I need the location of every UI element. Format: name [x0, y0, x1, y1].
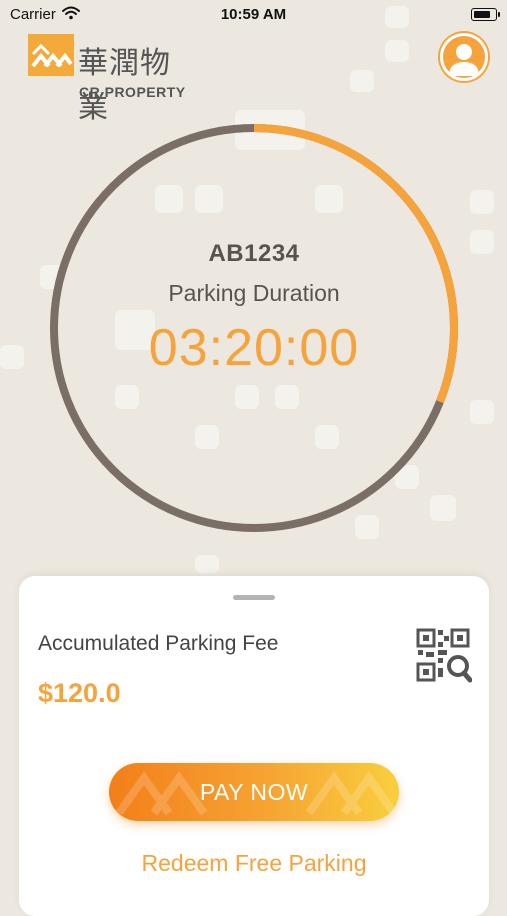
license-plate: AB1234 — [208, 240, 300, 267]
duration-value: 03:20:00 — [148, 319, 360, 377]
duration-label: Parking Duration — [168, 280, 340, 306]
battery-icon — [471, 8, 500, 21]
logo-english-text: CR PROPERTY — [79, 84, 186, 100]
parking-fee-card: Accumulated Parking Fee $120.0 PAY NOW R… — [19, 576, 489, 916]
drag-handle[interactable] — [233, 595, 275, 600]
cr-property-logo: 華潤物業 CR PROPERTY — [28, 34, 198, 125]
user-avatar-button[interactable] — [440, 33, 488, 81]
pay-now-label: PAY NOW — [199, 779, 309, 805]
logo-chinese-text: 華潤物業 — [78, 46, 171, 125]
qr-scan-icon[interactable] — [416, 628, 473, 686]
logo-mark-icon — [28, 34, 74, 76]
pay-now-button[interactable]: PAY NOW — [109, 763, 399, 821]
redeem-free-parking-link[interactable]: Redeem Free Parking — [19, 850, 489, 877]
clock: 10:59 AM — [220, 6, 287, 23]
fee-label: Accumulated Parking Fee — [38, 632, 279, 655]
ring-center: AB1234 Parking Duration 03:20:00 — [48, 122, 460, 534]
fee-value: $120.0 — [38, 678, 121, 708]
status-bar: Carrier 10:59 AM — [0, 0, 507, 30]
user-icon — [449, 44, 479, 76]
